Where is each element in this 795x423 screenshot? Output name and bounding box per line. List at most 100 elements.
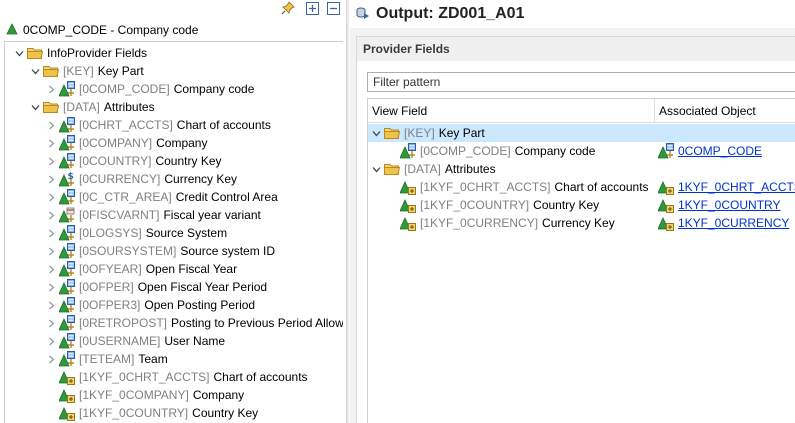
infoobject-char-icon bbox=[59, 261, 75, 277]
view-field-technical-name: [0COMP_CODE] bbox=[420, 144, 511, 158]
tree-item-key[interactable]: [KEY] Key Part bbox=[29, 62, 144, 80]
infoobject-char-icon bbox=[59, 81, 75, 97]
keyfigure-icon bbox=[59, 405, 75, 421]
output-icon bbox=[356, 6, 370, 23]
tree-item-description: Chart of accounts bbox=[176, 118, 271, 132]
table-row[interactable]: [0COMP_CODE] Company code 0COMP_CODE bbox=[368, 142, 795, 160]
associated-object-cell: 1KYF_0COUNTRY bbox=[654, 196, 780, 214]
chevron-right-icon[interactable] bbox=[45, 296, 57, 314]
associated-object-link[interactable]: 1KYF_0CURRENCY bbox=[678, 216, 789, 230]
tree-item-technical-name: [0USERNAME] bbox=[79, 334, 161, 348]
tree-item-0country[interactable]: [0COUNTRY] Country Key bbox=[45, 152, 222, 170]
tree-item-0company[interactable]: [0COMPANY] Company bbox=[45, 134, 207, 152]
chevron-right-icon[interactable] bbox=[45, 116, 57, 134]
chevron-right-icon[interactable] bbox=[45, 206, 57, 224]
infoobject-char-icon bbox=[59, 333, 75, 349]
infoobject-fiscvar-icon bbox=[59, 207, 75, 223]
infoprovider-tree[interactable]: InfoProvider Fields [KEY] Key Part [0COMP_C… bbox=[4, 41, 343, 423]
associated-object-link[interactable]: 0COMP_CODE bbox=[678, 144, 762, 158]
tree-item-0comp-code[interactable]: [0COMP_CODE] Company code bbox=[45, 80, 254, 98]
keyfigure-icon bbox=[658, 197, 674, 213]
chevron-right-icon[interactable] bbox=[45, 188, 57, 206]
pin-icon[interactable] bbox=[281, 1, 295, 15]
tree-item-data[interactable]: [DATA] Attributes bbox=[29, 98, 155, 116]
chevron-right-icon[interactable] bbox=[45, 134, 57, 152]
table-row[interactable]: [1KYF_0COUNTRY] Country Key 1KYF_0COUNTRY bbox=[368, 196, 795, 214]
view-field-technical-name: [1KYF_0COUNTRY] bbox=[420, 198, 530, 212]
keyfigure-icon bbox=[59, 369, 75, 385]
tree-item-0soursystem[interactable]: [0SOURSYSTEM] Source system ID bbox=[45, 242, 275, 260]
expand-all-icon[interactable] bbox=[305, 1, 319, 15]
associated-object-link[interactable]: 1KYF_0COUNTRY bbox=[678, 198, 780, 212]
chevron-down-icon[interactable] bbox=[13, 44, 25, 62]
chevron-down-icon[interactable] bbox=[370, 160, 382, 178]
tree-item-technical-name: [0SOURSYSTEM] bbox=[79, 244, 177, 258]
chevron-right-icon[interactable] bbox=[45, 332, 57, 350]
chevron-down-icon[interactable] bbox=[29, 62, 41, 80]
tree-item-technical-name: [1KYF_0CHRT_ACCTS] bbox=[79, 370, 210, 384]
tree-item-0currency[interactable]: $ [0CURRENCY] Currency Key bbox=[45, 170, 237, 188]
chevron-right-icon[interactable] bbox=[45, 242, 57, 260]
tree-item-0ofper[interactable]: [0OFPER] Open Fiscal Year Period bbox=[45, 278, 267, 296]
tree-item-teteam[interactable]: [TETEAM] Team bbox=[45, 350, 168, 368]
chevron-right-icon[interactable] bbox=[45, 278, 57, 296]
view-field-cell: [0COMP_CODE] Company code bbox=[386, 142, 595, 160]
column-header-view-field[interactable]: View Field bbox=[368, 99, 654, 123]
table-row[interactable]: [KEY] Key Part bbox=[368, 124, 795, 142]
table-row[interactable]: [DATA] Attributes bbox=[368, 160, 795, 178]
chevron-right-icon[interactable] bbox=[45, 224, 57, 242]
filter-input[interactable] bbox=[367, 72, 795, 92]
tree-item-0fiscvarnt[interactable]: [0FISCVARNT] Fiscal year variant bbox=[45, 206, 261, 224]
infoobject-char-icon bbox=[59, 225, 75, 241]
tree-item-description: Open Posting Period bbox=[144, 298, 256, 312]
tree-item-0c-ctr-area[interactable]: [0C_CTR_AREA] Credit Control Area bbox=[45, 188, 278, 206]
infoobject-header: 0COMP_CODE - Company code bbox=[6, 21, 198, 39]
tree-item-description: Attributes bbox=[103, 100, 155, 114]
tree-item-technical-name: [0COUNTRY] bbox=[79, 154, 152, 168]
tree-item-1kyf-0company[interactable]: [1KYF_0COMPANY] Company bbox=[45, 386, 244, 404]
panel-splitter[interactable] bbox=[346, 0, 349, 423]
chevron-right-icon[interactable] bbox=[45, 314, 57, 332]
tree-item-0retropost[interactable]: [0RETROPOST] Posting to Previous Period A… bbox=[45, 314, 343, 332]
chevron-right-icon[interactable] bbox=[45, 170, 57, 188]
chevron-down-icon[interactable] bbox=[370, 124, 382, 142]
tree-item-0logsys[interactable]: [0LOGSYS] Source System bbox=[45, 224, 227, 242]
infoobject-char-icon bbox=[59, 153, 75, 169]
tree-item-technical-name: [0FISCVARNT] bbox=[79, 208, 160, 222]
tree-item-technical-name: [0COMP_CODE] bbox=[79, 82, 170, 96]
tree-item-0ofyear[interactable]: [0OFYEAR] Open Fiscal Year bbox=[45, 260, 237, 278]
tree-item-technical-name: [0CURRENCY] bbox=[79, 172, 161, 186]
chevron-down-icon[interactable] bbox=[29, 98, 41, 116]
tree-item-description: Country Key bbox=[192, 406, 259, 420]
folder-icon bbox=[384, 161, 400, 177]
tree-item-1kyf-0country[interactable]: [1KYF_0COUNTRY] Country Key bbox=[45, 404, 258, 422]
tree-item-description: Fiscal year variant bbox=[163, 208, 261, 222]
folder-icon bbox=[384, 125, 400, 141]
chevron-right-icon[interactable] bbox=[45, 152, 57, 170]
collapse-all-icon[interactable] bbox=[326, 1, 340, 15]
chevron-right-icon[interactable] bbox=[45, 80, 57, 98]
chevron-right-icon[interactable] bbox=[45, 260, 57, 278]
tree-item-0username[interactable]: [0USERNAME] User Name bbox=[45, 332, 225, 350]
tree-item-1kyf-0chrt-accts[interactable]: [1KYF_0CHRT_ACCTS] Chart of accounts bbox=[45, 368, 308, 386]
keyfigure-icon bbox=[400, 215, 416, 231]
table-row[interactable]: [1KYF_0CURRENCY] Currency Key 1KYF_0CURREN… bbox=[368, 214, 795, 232]
output-title: Output: ZD001_A01 bbox=[376, 5, 525, 22]
folder-icon bbox=[27, 45, 43, 61]
infoobject-char-icon bbox=[658, 143, 674, 159]
chevron-right-icon[interactable] bbox=[45, 350, 57, 368]
tree-item-technical-name: [0COMPANY] bbox=[79, 136, 153, 150]
tree-item-infoprovider-fields[interactable]: InfoProvider Fields bbox=[13, 44, 147, 62]
tree-item-description: Source system ID bbox=[180, 244, 276, 258]
associated-object-link[interactable]: 1KYF_0CHRT_ACCTS bbox=[678, 180, 795, 194]
tree-item-0ofper3[interactable]: [0OFPER3] Open Posting Period bbox=[45, 296, 255, 314]
table-row[interactable]: [1KYF_0CHRT_ACCTS] Chart of accounts 1KYF_… bbox=[368, 178, 795, 196]
provider-fields-table[interactable]: View Field Associated Object [KEY] Key Pa… bbox=[367, 98, 795, 423]
column-header-associated-object[interactable]: Associated Object bbox=[655, 99, 795, 123]
tree-item-description: Company code bbox=[173, 82, 255, 96]
tree-item-description: Chart of accounts bbox=[213, 370, 308, 384]
tree-item-0chrt-accts[interactable]: [0CHRT_ACCTS] Chart of accounts bbox=[45, 116, 271, 134]
view-field-description: Currency Key bbox=[542, 216, 615, 230]
